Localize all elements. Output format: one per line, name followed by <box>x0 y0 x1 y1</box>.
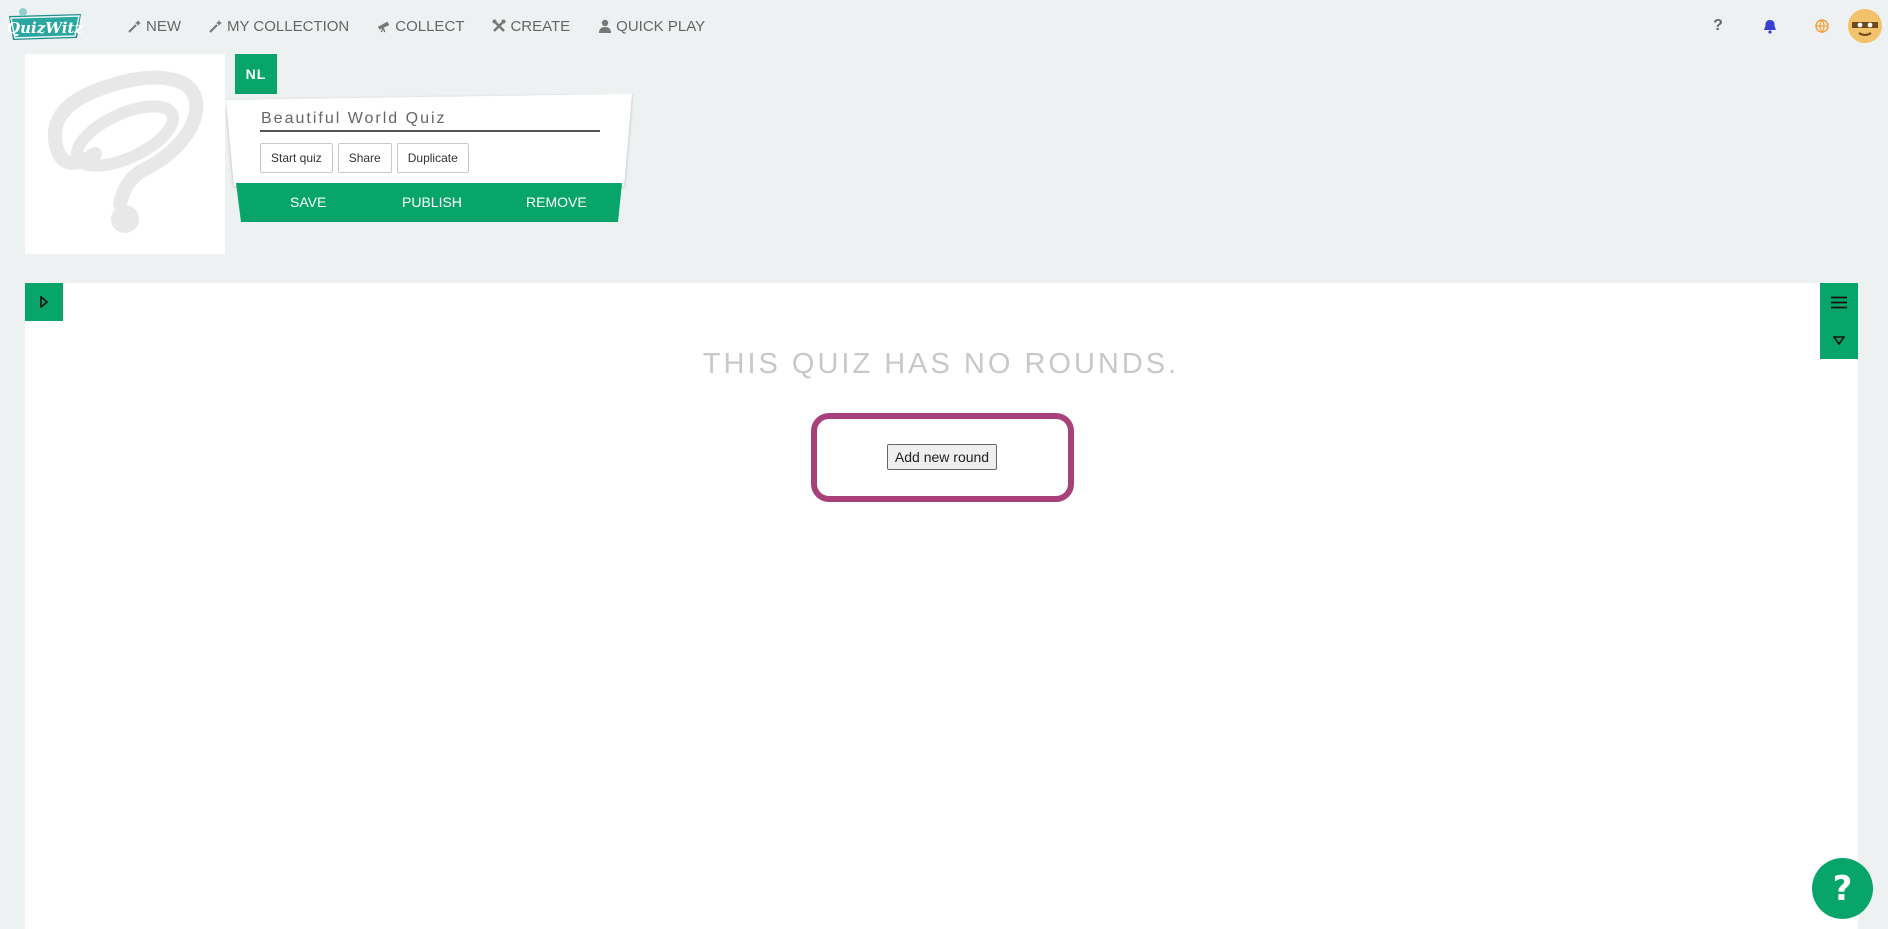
user-icon <box>599 19 612 33</box>
menu-button[interactable] <box>1820 283 1858 321</box>
publish-button[interactable]: PUBLISH <box>402 194 462 210</box>
nav-collect[interactable]: COLLECT <box>377 18 464 35</box>
quiz-card: Start quiz Share Duplicate SAVE PUBLISH … <box>226 94 634 222</box>
nav-create-label: CREATE <box>510 17 571 35</box>
nav-my-collection[interactable]: MY COLLECTION <box>209 18 349 35</box>
bell-icon <box>1764 19 1776 34</box>
top-navbar: QuizWitz NEW MY COLLECTION COLLECT CREAT… <box>0 0 1888 52</box>
duplicate-button[interactable]: Duplicate <box>396 143 469 173</box>
quiz-primary-actions: SAVE PUBLISH REMOVE <box>236 183 622 222</box>
nav-create[interactable]: CREATE <box>492 18 570 35</box>
question-icon: ? <box>1832 868 1853 909</box>
wand-icon <box>209 20 222 33</box>
nav-quick-play-label: QUICK PLAY <box>616 17 706 35</box>
quiz-thumbnail[interactable] <box>25 54 225 254</box>
nav-new-label: NEW <box>146 17 181 35</box>
globe-icon <box>1815 19 1829 33</box>
save-button[interactable]: SAVE <box>290 194 326 210</box>
share-button[interactable]: Share <box>337 143 392 173</box>
nav-my-collection-label: MY COLLECTION <box>227 17 350 35</box>
nav-quick-play[interactable]: QUICK PLAY <box>598 18 705 35</box>
header-actions: ? <box>1692 0 1888 52</box>
question-mark-icon <box>47 70 204 233</box>
quiz-title-input[interactable] <box>260 108 600 132</box>
nav-collect-label: COLLECT <box>395 17 465 35</box>
main-nav: NEW MY COLLECTION COLLECT CREATE QUICK P… <box>128 0 705 52</box>
add-new-round-button[interactable]: Add new round <box>887 444 997 470</box>
help-button[interactable]: ? <box>1692 0 1744 52</box>
nav-new[interactable]: NEW <box>128 18 181 35</box>
avatar-image <box>1848 9 1882 43</box>
start-quiz-button[interactable]: Start quiz <box>260 143 333 173</box>
notifications-button[interactable] <box>1744 0 1796 52</box>
help-icon: ? <box>1713 17 1723 34</box>
quizwitz-logo[interactable]: QuizWitz <box>5 6 85 44</box>
logo-text: QuizWitz <box>7 19 83 37</box>
language-button[interactable] <box>1796 0 1848 52</box>
chevron-down-icon <box>1833 335 1845 345</box>
help-fab[interactable]: ? <box>1812 858 1873 919</box>
tools-icon <box>492 19 506 32</box>
remove-button[interactable]: REMOVE <box>526 194 587 210</box>
empty-rounds-message: THIS QUIZ HAS NO ROUNDS. <box>702 348 1180 380</box>
expand-sidebar-button[interactable] <box>25 283 63 321</box>
quiz-actions: Start quiz Share Duplicate <box>260 143 469 173</box>
wand-icon <box>128 20 141 33</box>
language-badge: NL <box>235 54 277 94</box>
hamburger-icon <box>1831 296 1847 308</box>
telescope-icon <box>378 21 390 33</box>
play-outline-icon <box>40 296 49 308</box>
avatar[interactable] <box>1848 9 1882 43</box>
